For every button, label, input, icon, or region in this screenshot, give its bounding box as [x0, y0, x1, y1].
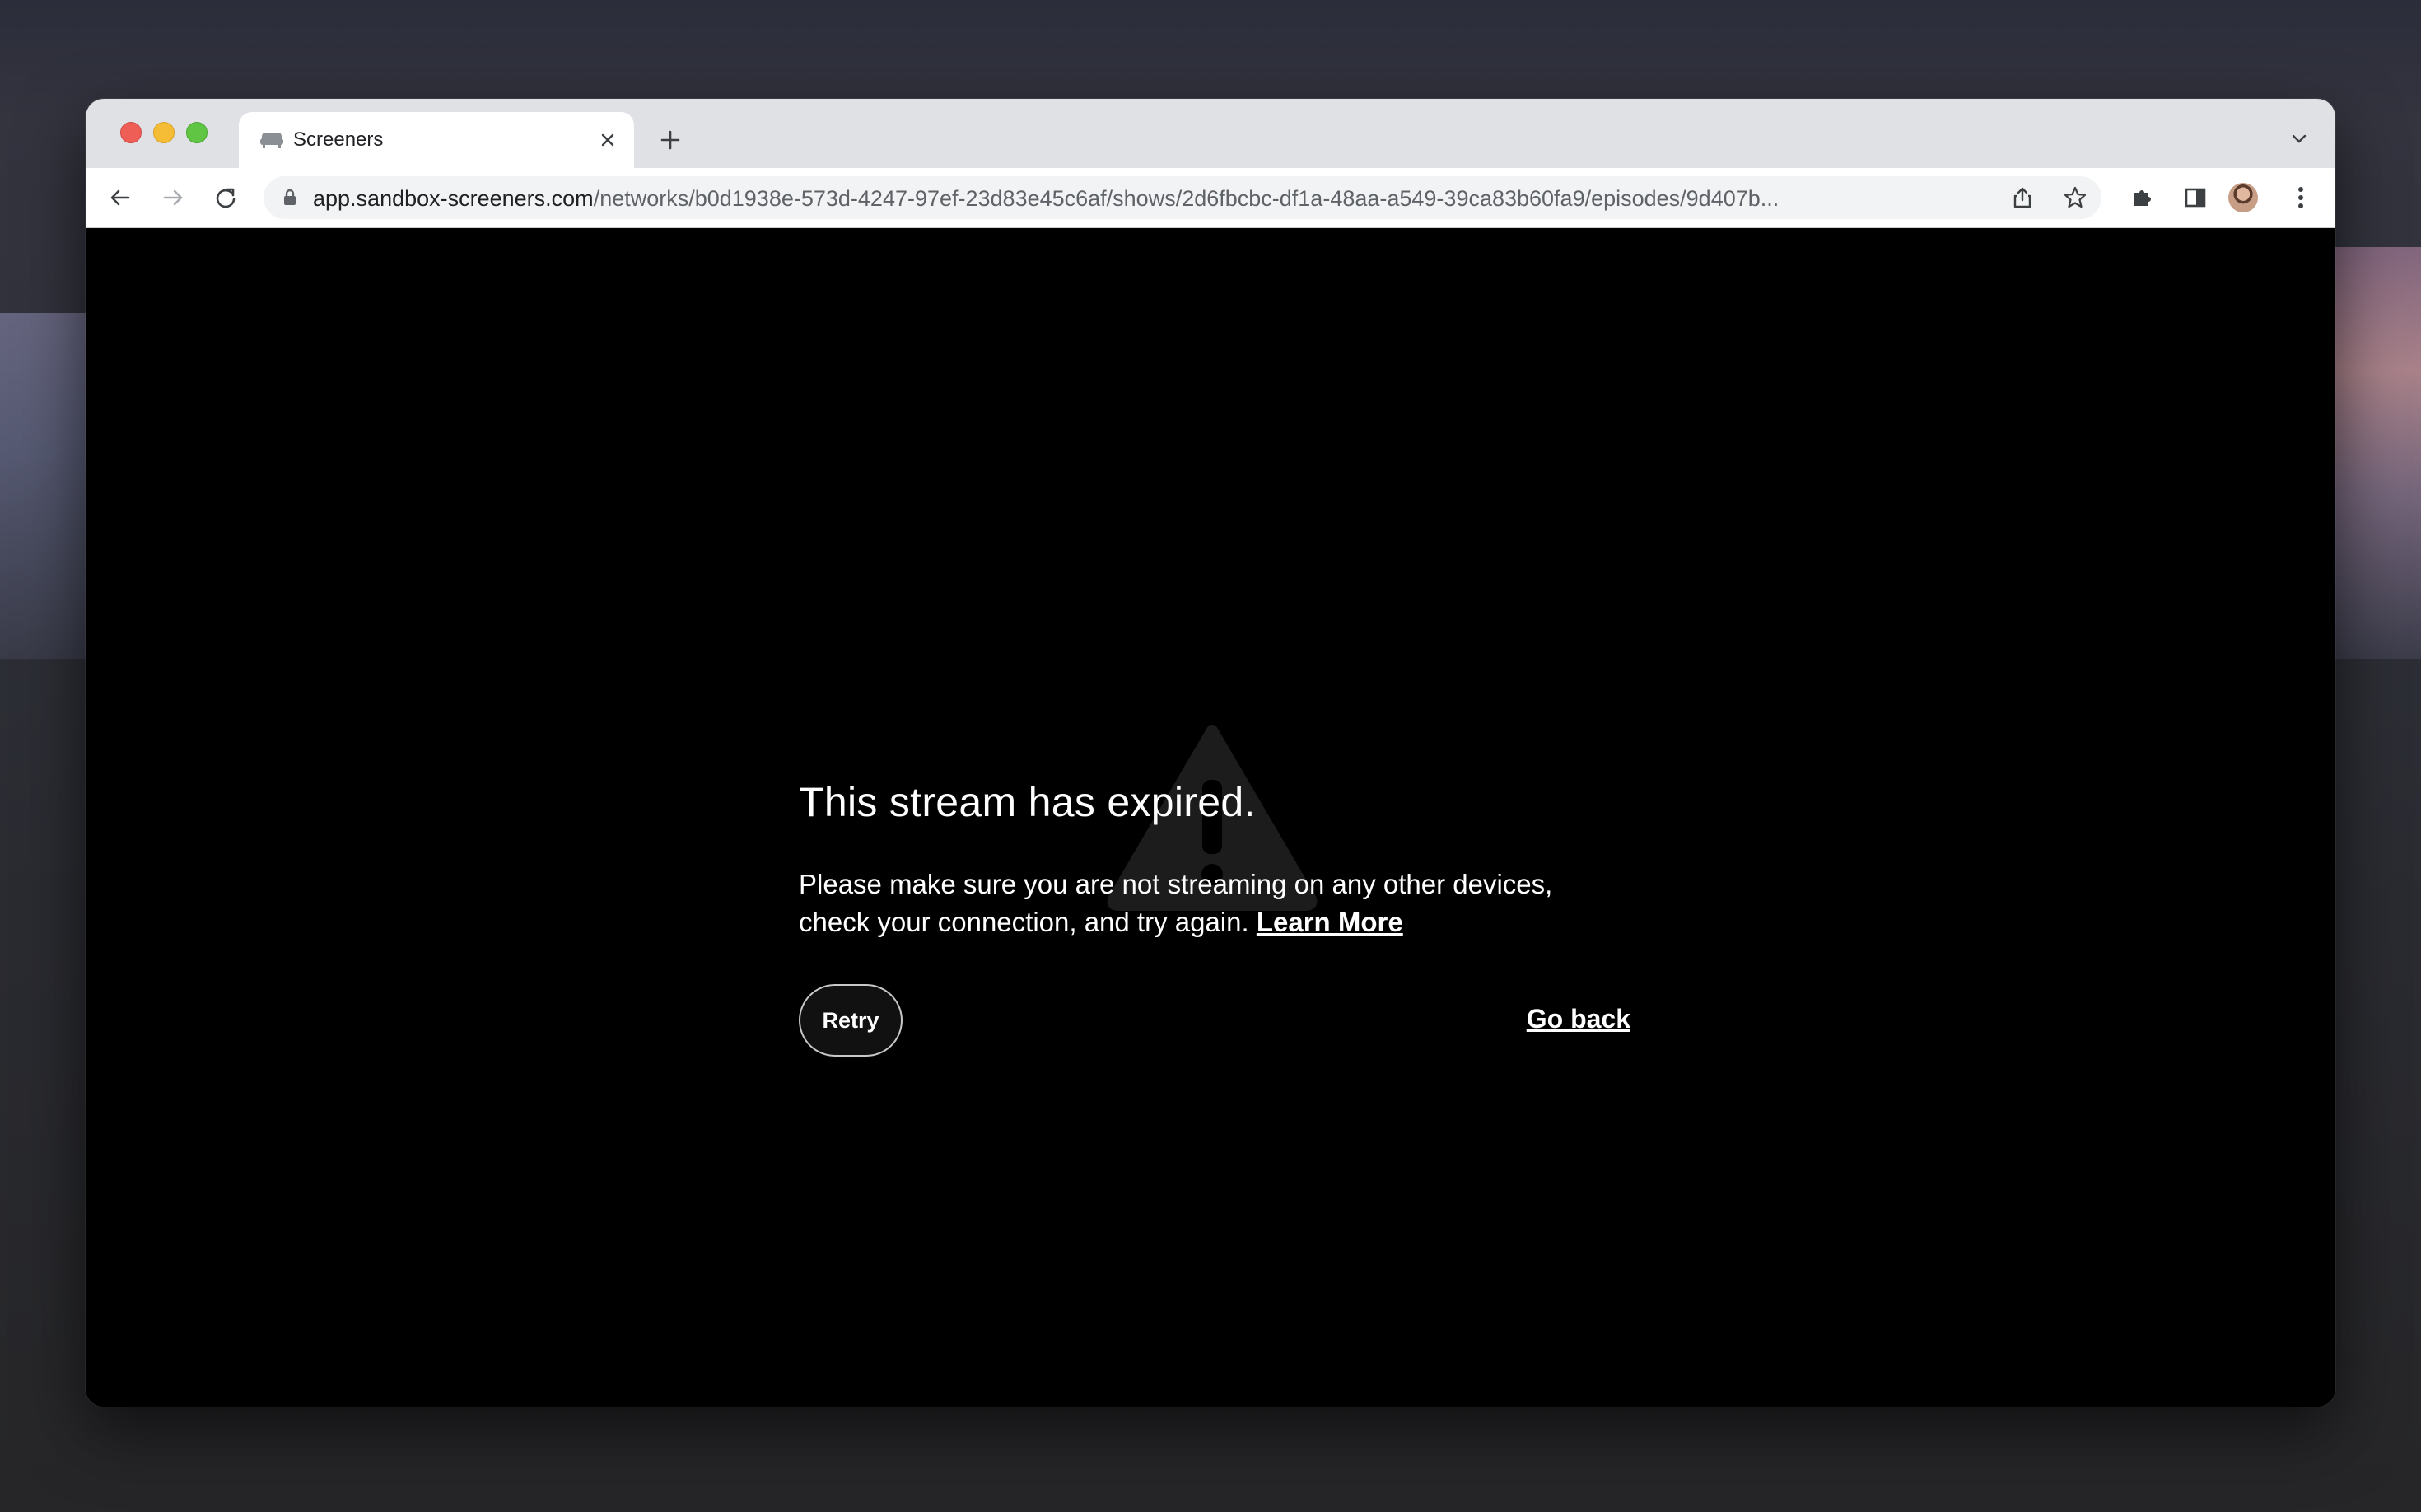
error-actions: Retry Go back — [799, 984, 1630, 1058]
bookmark-star-icon[interactable] — [2060, 183, 2090, 212]
error-title: This stream has expired. — [799, 779, 1256, 825]
wallpaper-glow-right — [2322, 247, 2421, 659]
url-text[interactable]: app.sandbox-screeners.com/networks/b0d19… — [313, 186, 1985, 212]
lock-icon[interactable] — [280, 188, 300, 208]
close-window-button[interactable] — [120, 122, 142, 143]
maximize-window-button[interactable] — [186, 122, 208, 143]
side-panel-icon[interactable] — [2179, 181, 2212, 214]
tab-search-chevron-icon[interactable] — [2283, 122, 2316, 155]
minimize-window-button[interactable] — [153, 122, 175, 143]
share-icon[interactable] — [2008, 183, 2037, 212]
browser-window: Screeners app.sandbox-screeners.com/netw… — [86, 99, 2335, 1407]
new-tab-button[interactable] — [654, 124, 687, 156]
learn-more-link[interactable]: Learn More — [1257, 907, 1403, 937]
url-path: /networks/b0d1938e-573d-4247-97ef-23d83e… — [593, 186, 1780, 211]
retry-button[interactable]: Retry — [799, 984, 903, 1057]
error-message: Please make sure you are not streaming o… — [799, 866, 1630, 941]
couch-icon — [259, 128, 285, 152]
extensions-puzzle-icon[interactable] — [2126, 181, 2159, 214]
stream-error-dialog: This stream has expired. Please make sur… — [799, 778, 1630, 1058]
forward-arrow-icon[interactable] — [156, 181, 189, 214]
address-bar[interactable]: app.sandbox-screeners.com/networks/b0d19… — [264, 176, 2101, 219]
browser-toolbar: app.sandbox-screeners.com/networks/b0d19… — [86, 168, 2335, 228]
close-tab-icon[interactable] — [595, 127, 621, 153]
go-back-link[interactable]: Go back — [1527, 1004, 1630, 1034]
tab-bar: Screeners — [86, 99, 2335, 168]
error-message-text: Please make sure you are not streaming o… — [799, 869, 1553, 937]
back-arrow-icon[interactable] — [104, 181, 137, 214]
tab-title: Screeners — [293, 128, 384, 151]
profile-avatar[interactable] — [2228, 183, 2258, 212]
video-player: This stream has expired. Please make sur… — [86, 228, 2335, 1407]
reload-icon[interactable] — [209, 181, 242, 214]
url-host: app.sandbox-screeners.com — [313, 186, 594, 211]
wallpaper-glow-left — [0, 313, 91, 659]
tab-screeners[interactable]: Screeners — [239, 112, 634, 168]
more-menu-icon[interactable] — [2284, 181, 2317, 214]
